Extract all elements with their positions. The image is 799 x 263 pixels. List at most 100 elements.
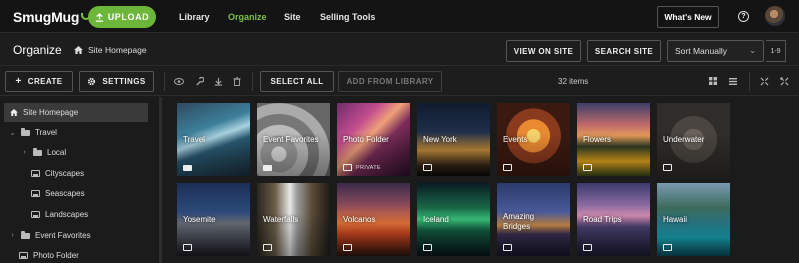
create-button[interactable]: + CREATE <box>5 71 73 92</box>
sidebar-item-label: Event Favorites <box>35 231 91 240</box>
breadcrumb[interactable]: Site Homepage <box>74 45 147 55</box>
range-indicator: 1-9 <box>766 40 786 62</box>
whats-new-button[interactable]: What's New <box>657 6 719 28</box>
sidebar-item-local[interactable]: › Local <box>21 143 66 162</box>
tile-label: Waterfalls <box>263 215 299 224</box>
chevron-right-icon[interactable]: › <box>9 232 16 239</box>
top-bar: SmugMug UPLOAD Library Organize Site Sel… <box>0 0 799 33</box>
smugmug-logo[interactable]: SmugMug <box>13 9 92 25</box>
download-icon[interactable] <box>211 74 225 88</box>
create-label: CREATE <box>27 77 63 86</box>
folder-icon <box>21 230 30 239</box>
sidebar-item-landscapes[interactable]: Landscapes <box>31 205 88 224</box>
tile-flowers[interactable]: Flowers <box>577 103 650 176</box>
tile-volcanos[interactable]: Volcanos <box>337 183 410 256</box>
gallery-icon <box>19 252 28 259</box>
nav-site[interactable]: Site <box>284 12 301 22</box>
plus-icon: + <box>15 76 22 87</box>
nav-selling-tools[interactable]: Selling Tools <box>320 12 375 22</box>
tile-label: Volcanos <box>343 215 376 224</box>
tile-new-york[interactable]: New York <box>417 103 490 176</box>
gallery-icon <box>183 244 192 251</box>
add-from-library-button[interactable]: ADD FROM LIBRARY <box>338 71 442 92</box>
tile-badge <box>183 244 192 251</box>
divider <box>749 72 750 91</box>
avatar[interactable] <box>765 6 785 26</box>
gallery-icon <box>423 164 432 171</box>
sidebar-scrollbar[interactable] <box>159 97 162 263</box>
sidebar-item-cityscapes[interactable]: Cityscapes <box>31 164 84 183</box>
gallery-icon <box>31 211 40 218</box>
tile-iceland[interactable]: Iceland <box>417 183 490 256</box>
gallery-icon <box>663 164 672 171</box>
tile-label: Flowers <box>583 135 612 144</box>
sidebar-item-label: Site Homepage <box>23 108 79 117</box>
grid-view-icon[interactable] <box>706 74 720 88</box>
eye-icon[interactable] <box>172 74 186 88</box>
tile-travel[interactable]: Travel <box>177 103 250 176</box>
tile-badge <box>263 165 272 171</box>
tile-label: Amazing Bridges <box>503 212 535 231</box>
select-all-button[interactable]: SELECT ALL <box>260 71 334 92</box>
tile-waterfalls[interactable]: Waterfalls <box>257 183 330 256</box>
sidebar-item-photo-folder[interactable]: Photo Folder <box>19 246 79 263</box>
tile-label: Underwater <box>663 135 705 144</box>
sidebar-item-label: Local <box>47 148 67 157</box>
tile-amazing-bridges[interactable]: Amazing Bridges <box>497 183 570 256</box>
expand-icon[interactable] <box>777 74 791 88</box>
gallery-icon <box>663 244 672 251</box>
sidebar-item-travel[interactable]: ⌄ Travel <box>9 123 57 142</box>
sidebar-item-site-homepage[interactable]: Site Homepage <box>4 103 148 122</box>
help-icon[interactable]: ? <box>738 11 749 22</box>
wrench-icon[interactable] <box>192 74 206 88</box>
chevron-down-icon[interactable]: ⌄ <box>9 129 16 137</box>
tile-yosemite[interactable]: Yosemite <box>177 183 250 256</box>
list-view-icon[interactable] <box>726 74 740 88</box>
nav-organize[interactable]: Organize <box>228 12 267 22</box>
folder-icon <box>183 165 192 171</box>
tile-event-favorites[interactable]: Event Favorites <box>257 103 330 176</box>
search-site-button[interactable]: SEARCH SITE <box>587 40 661 62</box>
tile-road-trips[interactable]: Road Trips <box>577 183 650 256</box>
page-title: Organize <box>13 43 62 57</box>
gallery-icon <box>583 244 592 251</box>
upload-icon <box>95 12 103 22</box>
logo-text[interactable]: SmugMug <box>13 9 79 25</box>
sort-value: Sort Manually <box>675 46 727 56</box>
breadcrumb-label: Site Homepage <box>88 45 147 55</box>
chevron-right-icon[interactable]: › <box>21 149 28 156</box>
tile-badge: PRIVATE <box>343 164 381 171</box>
tile-badge <box>183 165 192 171</box>
tile-events[interactable]: Events <box>497 103 570 176</box>
tile-badge <box>583 164 592 171</box>
collapse-icon[interactable] <box>757 74 771 88</box>
settings-button[interactable]: SETTINGS <box>79 71 154 92</box>
sidebar: Site Homepage ⌄ Travel › Local Cityscape… <box>0 97 167 263</box>
sidebar-item-seascapes[interactable]: Seascapes <box>31 184 85 203</box>
tile-label: Hawaii <box>663 215 688 224</box>
tile-badge <box>503 244 512 251</box>
home-icon <box>74 46 83 54</box>
tile-label: Travel <box>183 135 205 144</box>
nav-library[interactable]: Library <box>179 12 210 22</box>
tile-label: Yosemite <box>183 215 216 224</box>
tile-label: Events <box>503 135 528 144</box>
gallery-icon <box>343 164 352 171</box>
sort-select[interactable]: Sort Manually ⌄ <box>667 40 764 62</box>
settings-label: SETTINGS <box>102 77 146 86</box>
tile-badge <box>663 244 672 251</box>
tile-photo-folder[interactable]: Photo Folder PRIVATE <box>337 103 410 176</box>
sidebar-item-label: Photo Folder <box>33 251 79 260</box>
tile-badge <box>263 244 272 251</box>
tile-hawaii[interactable]: Hawaii <box>657 183 730 256</box>
upload-button[interactable]: UPLOAD <box>88 6 156 28</box>
tile-label: Photo Folder <box>343 135 389 144</box>
trash-icon[interactable] <box>230 74 244 88</box>
sidebar-item-event-favorites[interactable]: › Event Favorites <box>9 226 91 245</box>
tile-label: New York <box>423 135 457 144</box>
tile-badge <box>503 164 512 171</box>
view-on-site-button[interactable]: VIEW ON SITE <box>506 40 581 62</box>
folder-icon <box>21 127 30 136</box>
tile-underwater[interactable]: Underwater <box>657 103 730 176</box>
gallery-icon <box>503 164 512 171</box>
